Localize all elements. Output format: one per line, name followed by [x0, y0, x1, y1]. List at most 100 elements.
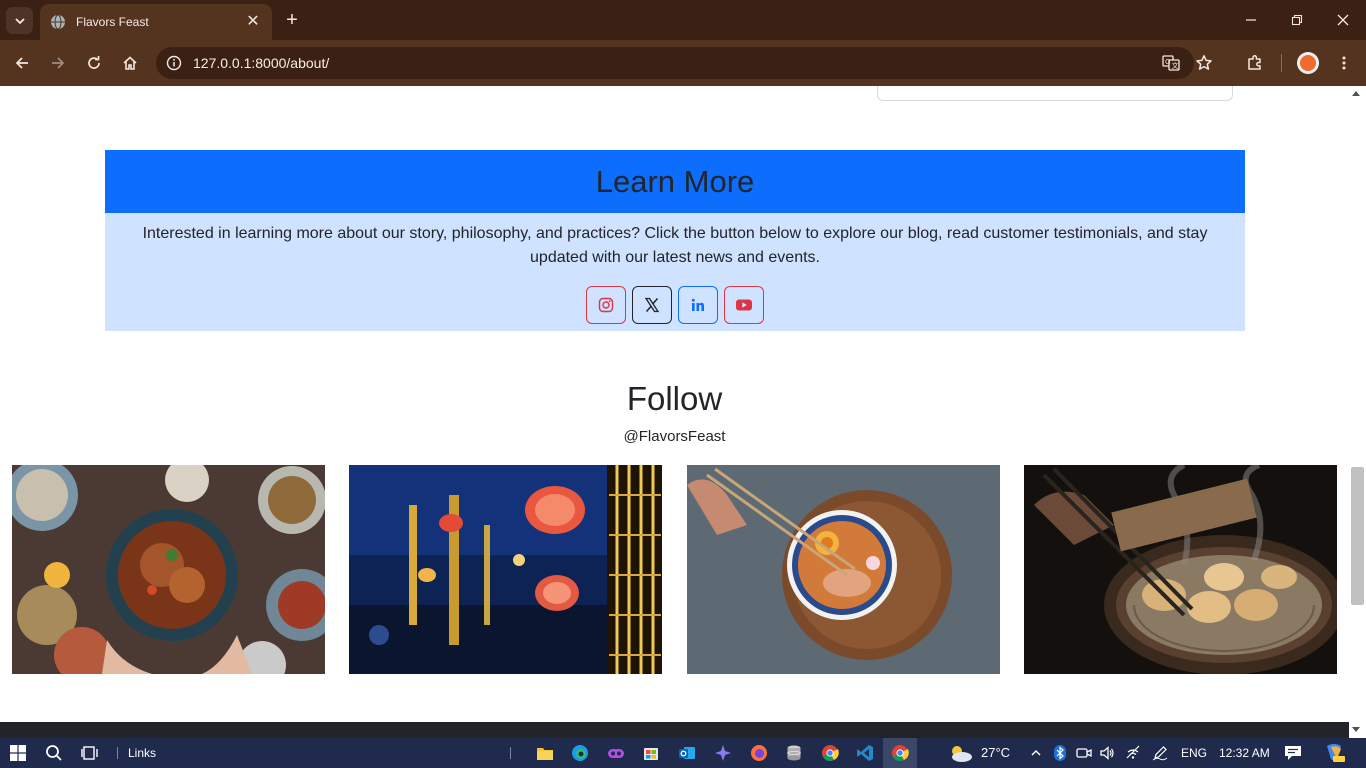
browser-toolbar: 127.0.0.1:8000/about/ G文 — [0, 40, 1366, 86]
database-app[interactable] — [783, 742, 805, 764]
youtube-icon — [736, 299, 752, 311]
instagram-icon — [598, 297, 614, 313]
task-view-button[interactable] — [79, 742, 101, 764]
lanterns-photo[interactable] — [349, 465, 662, 674]
outlook-icon — [679, 747, 695, 759]
folder-icon — [537, 748, 553, 760]
bluetooth-tray[interactable] — [1049, 742, 1071, 764]
arrow-right-icon — [52, 57, 65, 69]
restore-button[interactable] — [1274, 0, 1320, 40]
taskbar-divider — [510, 747, 511, 759]
footer-top-edge — [0, 722, 1349, 738]
chrome-icon — [892, 745, 909, 762]
basketball-icon — [1300, 55, 1316, 71]
linkedin-icon — [691, 298, 704, 311]
social-links — [105, 286, 1245, 324]
scroll-up-arrow-icon[interactable] — [1352, 91, 1360, 96]
database-icon — [787, 745, 801, 761]
input-language[interactable]: ENG — [1181, 746, 1207, 760]
browser-tab[interactable]: Flavors Feast ✕ — [40, 4, 272, 40]
more-vertical-icon — [1342, 56, 1346, 70]
chrome-app[interactable] — [819, 742, 841, 764]
bluetooth-icon — [1054, 745, 1066, 761]
clock-time[interactable]: 12:32 AM — [1219, 746, 1270, 760]
browser-menu-button[interactable] — [1329, 48, 1359, 78]
pen-tray[interactable] — [1149, 742, 1171, 764]
close-tab-icon[interactable]: ✕ — [244, 13, 262, 31]
chevron-down-icon — [14, 17, 25, 24]
firefox-app[interactable] — [748, 742, 770, 764]
chat-bubble-icon — [1285, 746, 1301, 760]
edge-icon — [572, 745, 588, 761]
home-icon — [123, 56, 137, 70]
instagram-button[interactable] — [586, 286, 626, 324]
minimize-button[interactable] — [1228, 0, 1274, 40]
meet-now-tray[interactable] — [1073, 742, 1095, 764]
close-window-button[interactable] — [1320, 0, 1366, 40]
forward-button[interactable] — [43, 48, 73, 78]
copilot-app[interactable] — [605, 742, 627, 764]
profile-avatar[interactable] — [1297, 52, 1319, 74]
firefox-icon — [751, 745, 767, 761]
toolbar-divider — [1281, 54, 1282, 72]
glasses-icon — [608, 749, 624, 758]
notifications-button[interactable] — [1282, 742, 1304, 764]
network-tray[interactable] — [1122, 742, 1144, 764]
chrome-active-app[interactable] — [889, 742, 911, 764]
linkedin-button[interactable] — [678, 286, 718, 324]
ai-app[interactable] — [712, 742, 734, 764]
extensions-button[interactable] — [1240, 48, 1270, 78]
edge-app[interactable] — [569, 742, 591, 764]
browser-tab-strip: Flavors Feast ✕ + — [0, 0, 1366, 40]
tab-search-button[interactable] — [6, 7, 33, 34]
previous-card-bottom-edge — [877, 86, 1233, 101]
back-button[interactable] — [7, 48, 37, 78]
scroll-down-arrow-icon[interactable] — [1352, 727, 1360, 732]
store-app[interactable] — [640, 742, 662, 764]
reload-button[interactable] — [79, 48, 109, 78]
bookmark-star-button[interactable] — [1189, 48, 1219, 78]
translate-icon[interactable]: G文 — [1161, 53, 1181, 73]
scroll-thumb[interactable] — [1351, 467, 1364, 605]
dumplings-photo[interactable] — [1024, 465, 1337, 674]
x-icon — [644, 297, 660, 313]
windows-logo-icon — [10, 745, 26, 761]
page-scrollbar[interactable] — [1349, 86, 1366, 738]
weather-widget[interactable] — [948, 742, 974, 764]
home-button[interactable] — [115, 48, 145, 78]
volume-tray[interactable] — [1096, 742, 1118, 764]
page-viewport: Learn More Interested in learning more a… — [0, 86, 1349, 738]
youtube-button[interactable] — [724, 286, 764, 324]
svg-text:文: 文 — [1172, 61, 1179, 70]
tab-title: Flavors Feast — [76, 15, 149, 29]
close-icon — [1337, 14, 1349, 26]
speaker-icon — [1100, 746, 1114, 760]
windows-taskbar: Links 27°C ENG 12:32 AM — [0, 738, 1366, 768]
copilot-pre-icon[interactable] — [1322, 742, 1346, 764]
learn-more-header: Learn More — [105, 150, 1245, 213]
search-button[interactable] — [43, 742, 65, 764]
minimize-icon — [1246, 19, 1256, 21]
globe-icon — [50, 14, 66, 30]
new-tab-button[interactable]: + — [281, 9, 303, 31]
learn-more-body: Interested in learning more about our st… — [105, 213, 1245, 331]
learn-more-heading: Learn More — [595, 163, 755, 199]
address-bar[interactable]: 127.0.0.1:8000/about/ G文 — [156, 47, 1194, 79]
svg-text:G: G — [1165, 58, 1170, 66]
x-twitter-button[interactable] — [632, 286, 672, 324]
url-text[interactable]: 127.0.0.1:8000/about/ — [193, 55, 329, 71]
links-toolbar-label[interactable]: Links — [128, 746, 156, 760]
file-explorer-app[interactable] — [534, 742, 556, 764]
task-view-icon — [81, 746, 98, 760]
vscode-app[interactable] — [854, 742, 876, 764]
start-button[interactable] — [7, 742, 29, 764]
learn-more-section: Learn More Interested in learning more a… — [105, 150, 1245, 331]
site-info-icon[interactable] — [164, 53, 184, 73]
noodle-bowl-photo[interactable] — [12, 465, 325, 674]
reload-icon — [88, 56, 100, 69]
search-icon — [46, 745, 62, 761]
weather-temperature[interactable]: 27°C — [981, 745, 1010, 760]
ramen-photo[interactable] — [687, 465, 1000, 674]
outlook-app[interactable] — [676, 742, 698, 764]
show-hidden-icons[interactable] — [1025, 742, 1047, 764]
